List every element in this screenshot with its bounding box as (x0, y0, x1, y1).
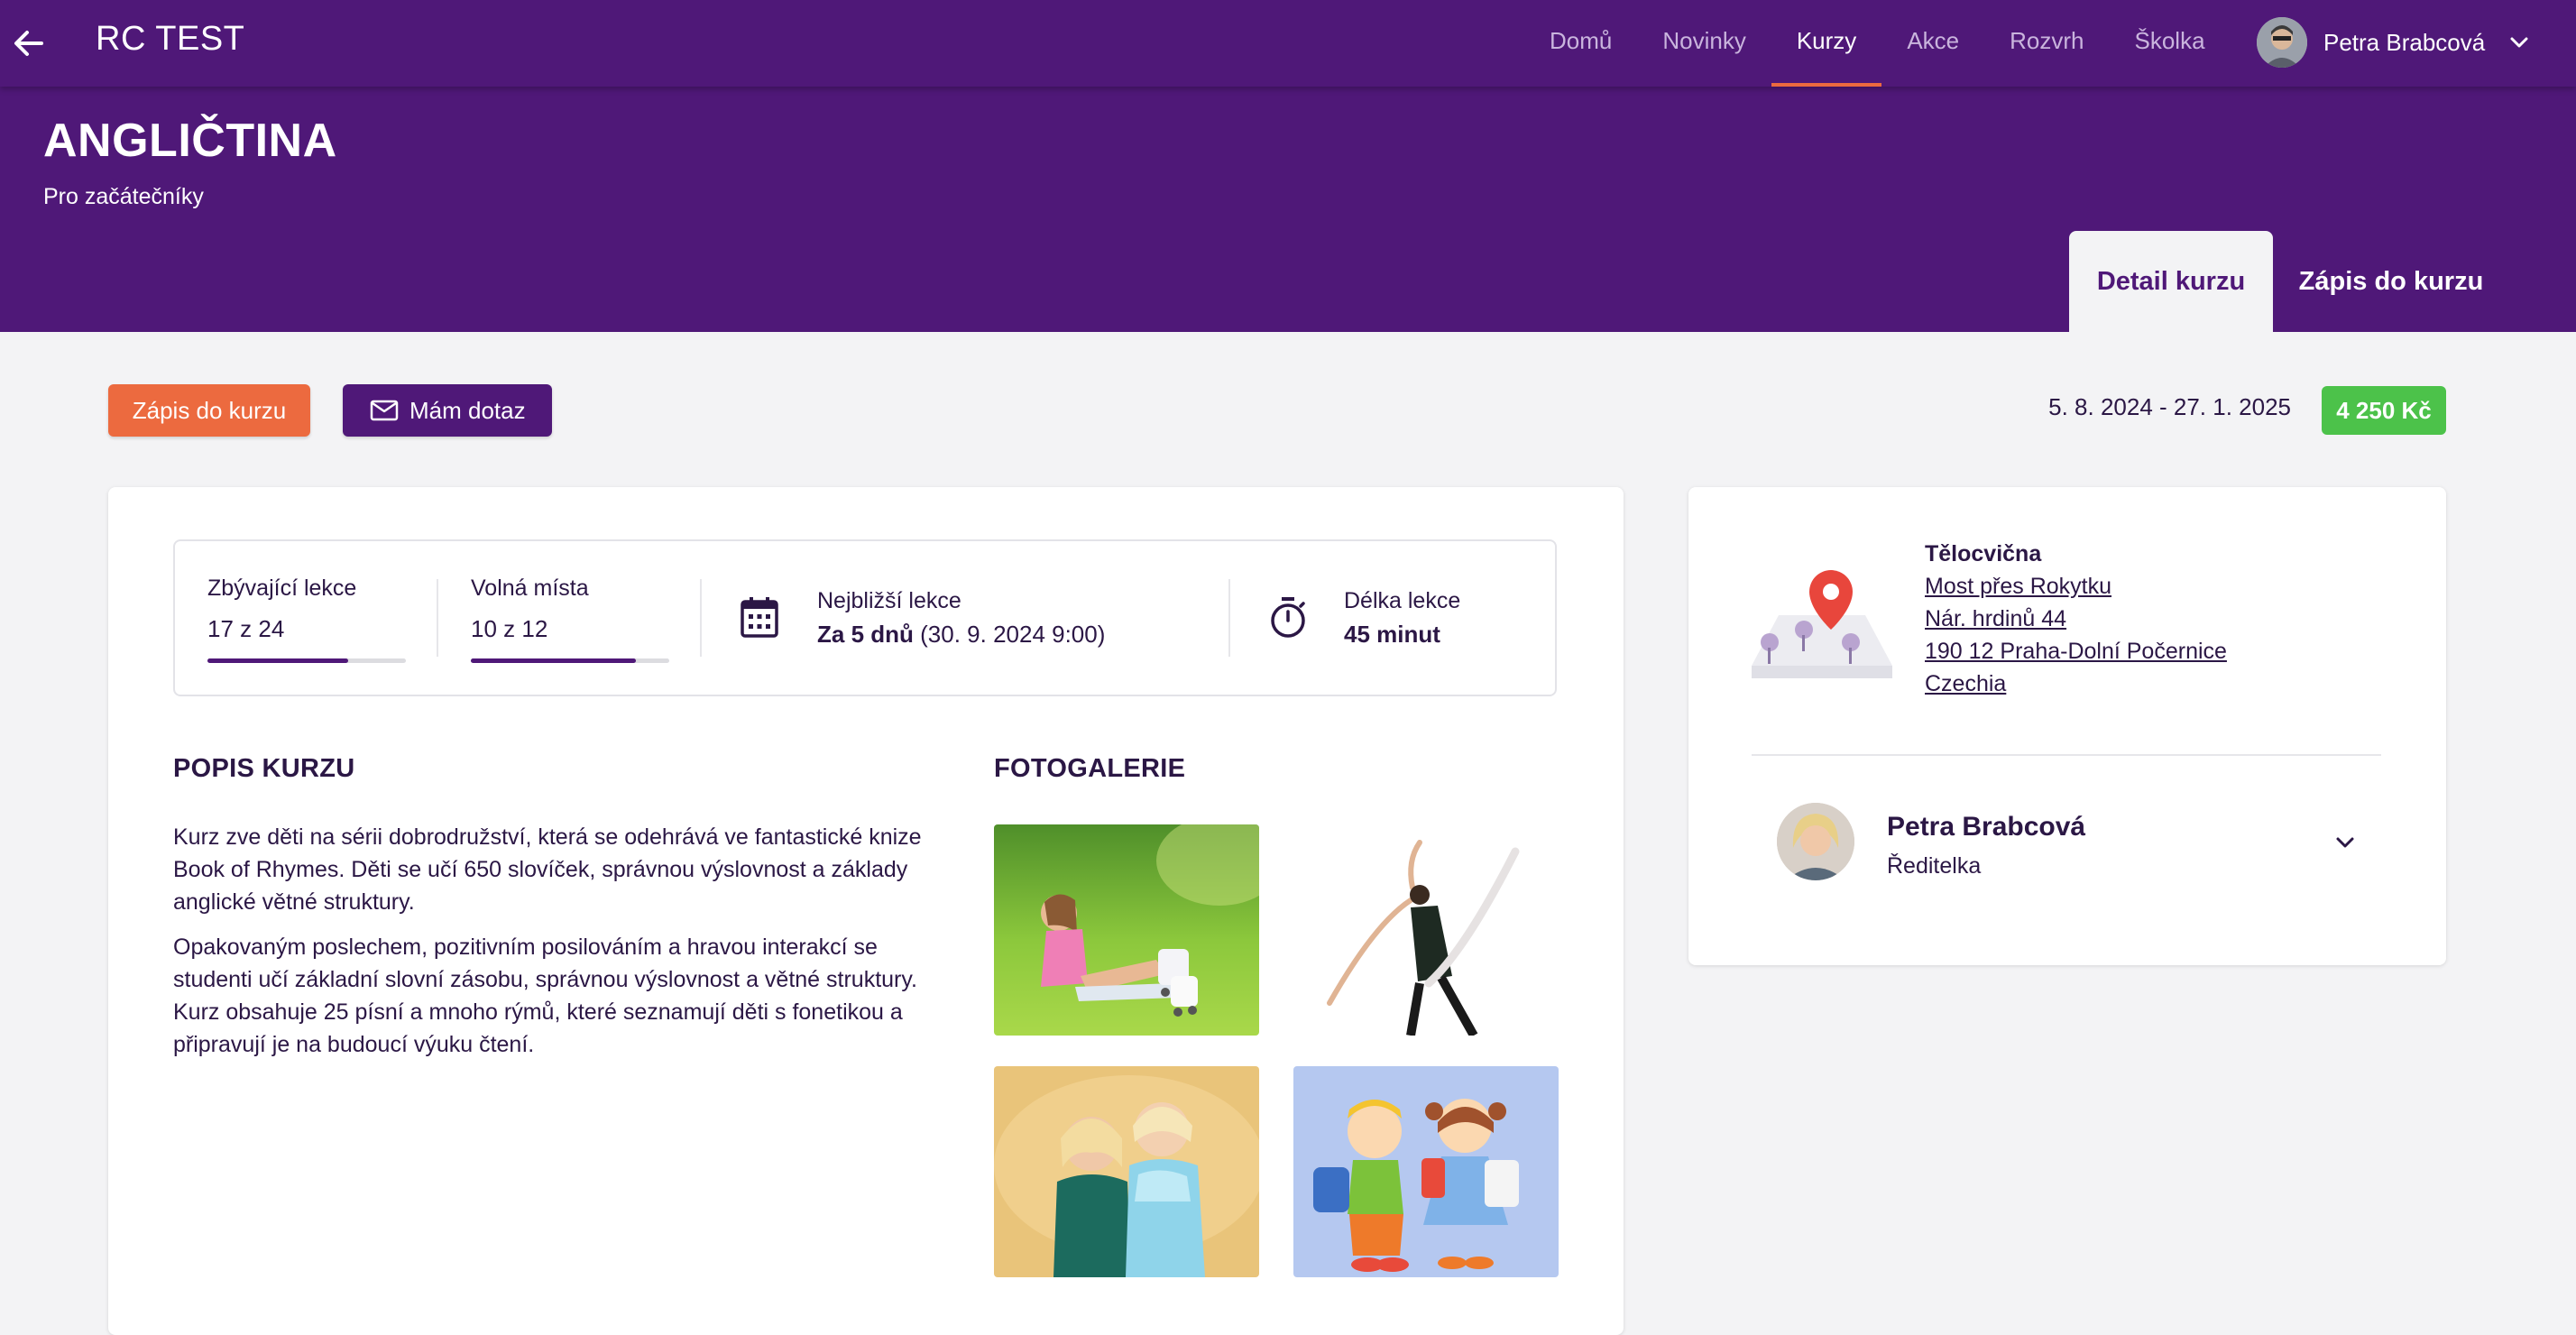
address-line[interactable]: Czechia (1925, 671, 2006, 697)
address-line[interactable]: Nár. hrdinů 44 (1925, 606, 2066, 632)
ask-question-label: Mám dotaz (409, 397, 526, 424)
page-title: ANGLIČTINA (43, 115, 337, 167)
nav-item-domu[interactable]: Domů (1524, 0, 1637, 87)
user-avatar-icon (2257, 17, 2307, 68)
contact-name: Petra Brabcová (1887, 812, 2086, 842)
nav-item-kurzy[interactable]: Kurzy (1771, 0, 1882, 87)
user-name: Petra Brabcová (2323, 28, 2486, 56)
stats-divider (700, 579, 702, 657)
ask-question-button[interactable]: Mám dotaz (343, 384, 552, 437)
app-title: RC TEST (96, 20, 245, 58)
remaining-lessons-value: 17 z 24 (207, 615, 285, 642)
nav-item-akce[interactable]: Akce (1881, 0, 1984, 87)
arrow-left-icon (14, 31, 43, 56)
nav-item-rozvrh[interactable]: Rozvrh (1984, 0, 2109, 87)
location-contact-card: Tělocvična Most přes Rokytku Nár. hrdinů… (1688, 487, 2446, 965)
map-pin-icon (1752, 570, 1892, 678)
calendar-icon (741, 597, 778, 638)
card-divider (1752, 754, 2381, 756)
photo-cartoon-schoolkids-image (1293, 1066, 1559, 1277)
free-places-label: Volná místa (471, 575, 589, 601)
back-button[interactable] (7, 22, 51, 65)
gallery-title: FOTOGALERIE (994, 754, 1186, 783)
timer-icon (1271, 597, 1305, 638)
tab-detail-kurzu[interactable]: Detail kurzu (2069, 231, 2273, 332)
chevron-down-icon (2336, 837, 2354, 848)
contact-person-row[interactable]: Petra Brabcová Ředitelka (1752, 785, 2383, 893)
nav-item-novinky[interactable]: Novinky (1637, 0, 1771, 87)
free-places-value: 10 z 12 (471, 615, 548, 642)
course-stats: Zbývající lekce 17 z 24 Volná místa 10 z… (173, 539, 1557, 696)
avatar (1777, 803, 1854, 880)
photo-girl-rollerblades-image (994, 824, 1259, 1036)
nav-item-skolka[interactable]: Školka (2109, 0, 2230, 87)
course-subtitle: Pro začátečníky (43, 184, 204, 209)
remaining-lessons-progress-fill (207, 658, 348, 663)
contact-avatar-icon (1777, 803, 1854, 880)
lesson-length-value: 45 minut (1344, 621, 1440, 648)
gallery-photo-girl-rollerblades[interactable] (994, 824, 1259, 1036)
stats-divider (437, 579, 438, 657)
price-badge: 4 250 Kč (2322, 386, 2446, 435)
next-lesson-label: Nejbližší lekce (817, 588, 961, 613)
free-places-progress (471, 658, 669, 663)
course-detail-card: Zbývající lekce 17 z 24 Volná místa 10 z… (108, 487, 1624, 1335)
stats-divider (1228, 579, 1230, 657)
mail-icon (370, 400, 399, 421)
remaining-lessons-label: Zbývající lekce (207, 575, 357, 601)
top-app-bar: RC TEST Domů Novinky Kurzy Akce Rozvrh Š… (0, 0, 2576, 87)
next-lesson-datetime: (30. 9. 2024 9:00) (913, 621, 1106, 648)
main-nav: Domů Novinky Kurzy Akce Rozvrh Školka (1524, 0, 2231, 87)
gallery-photo-ballet-dancer[interactable] (1293, 824, 1559, 1036)
avatar (2257, 17, 2307, 68)
description-title: POPIS KURZU (173, 754, 355, 783)
address-line[interactable]: Most přes Rokytku (1925, 574, 2111, 600)
description-paragraph: Kurz zve děti na sérii dobrodružství, kt… (173, 824, 922, 915)
gallery-photo-cartoon-schoolkids[interactable] (1293, 1066, 1559, 1277)
photo-children-costumes-image (994, 1066, 1259, 1277)
enroll-button[interactable]: Zápis do kurzu (108, 384, 310, 437)
next-lesson-relative: Za 5 dnů (817, 621, 914, 648)
photo-ballet-dancer-image (1293, 824, 1559, 1036)
contact-role: Ředitelka (1887, 853, 1982, 879)
gallery-photo-children-costumes[interactable] (994, 1066, 1259, 1277)
user-menu[interactable]: Petra Brabcová (2257, 16, 2530, 69)
tab-zapis-do-kurzu[interactable]: Zápis do kurzu (2286, 231, 2497, 332)
free-places-progress-fill (471, 658, 637, 663)
next-lesson-value: Za 5 dnů (30. 9. 2024 9:00) (817, 621, 1105, 649)
description-paragraph: Opakovaným poslechem, pozitivním posilov… (173, 934, 917, 1057)
course-description: Kurz zve děti na sérii dobrodružství, kt… (173, 821, 931, 1073)
course-date-range: 5. 8. 2024 - 27. 1. 2025 (2048, 393, 2291, 420)
chevron-down-icon (2510, 37, 2528, 48)
course-header: ANGLIČTINA Pro začátečníky Detail kurzu … (0, 87, 2576, 332)
venue-name: Tělocvična (1925, 541, 2042, 566)
remaining-lessons-progress (207, 658, 406, 663)
lesson-length-label: Délka lekce (1344, 588, 1461, 613)
address-line[interactable]: 190 12 Praha-Dolní Počernice (1925, 639, 2227, 665)
